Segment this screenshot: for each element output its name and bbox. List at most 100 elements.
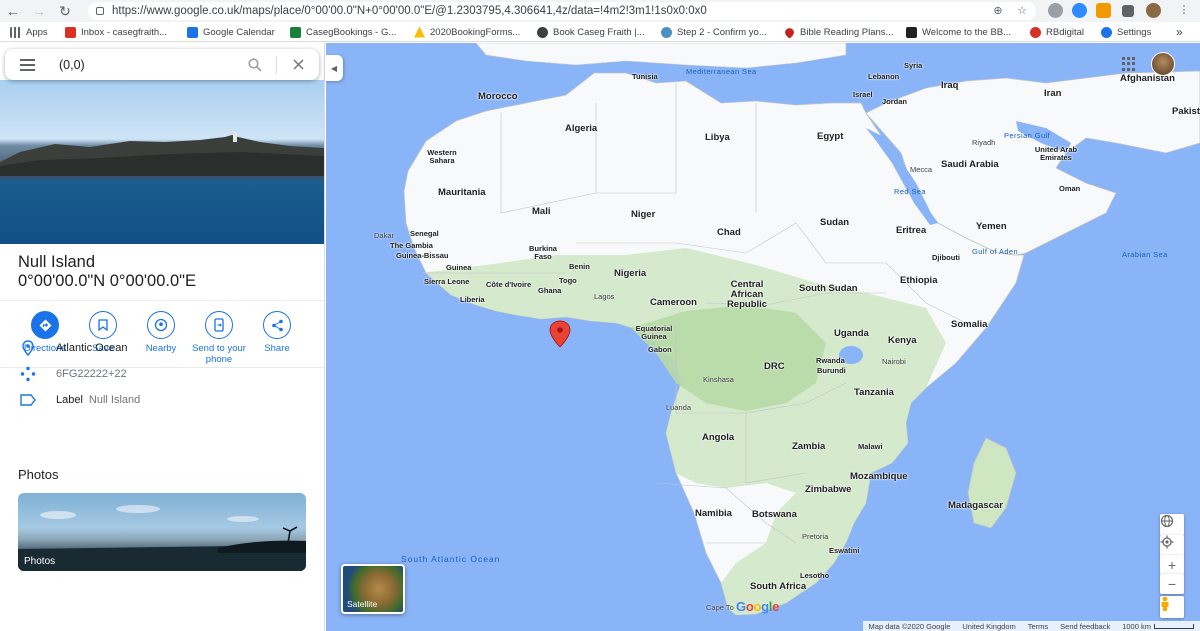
country-label: Morocco (478, 91, 518, 102)
zoom-icon[interactable] (1072, 3, 1087, 18)
bookmark-apps[interactable]: Apps (10, 22, 48, 42)
gear-icon (1101, 26, 1112, 38)
info-plus-code-row[interactable]: 6FG22222+22 (18, 366, 127, 382)
country-label: Zambia (792, 441, 826, 452)
bookmark-bible-reading[interactable]: Bible Reading Plans... (783, 22, 893, 42)
country-label: Central African Republic (726, 279, 768, 310)
feedly-icon[interactable] (1096, 3, 1111, 18)
bookmark-label: 2020BookingForms... (430, 26, 521, 38)
region-link[interactable]: United Kingdom (962, 622, 1015, 631)
back-button[interactable]: ← (0, 0, 26, 22)
country-label: Chad (717, 227, 741, 238)
add-icon[interactable]: ⊕ (992, 5, 1004, 17)
calendar-icon (187, 26, 198, 38)
browser-toolbar: ← → ↻ https://www.google.co.uk/maps/plac… (0, 0, 1200, 22)
country-label: Western Sahara (427, 148, 457, 165)
country-label: Guinea (446, 263, 472, 272)
country-label: Ghana (538, 286, 562, 295)
country-label: Cameroon (650, 297, 697, 308)
terms-link[interactable]: Terms (1028, 622, 1048, 631)
country-label: Algeria (565, 123, 598, 134)
directions-button[interactable]: Directions (16, 311, 74, 365)
menu-icon[interactable]: ⋮ (1178, 4, 1190, 16)
rb-icon (1030, 26, 1041, 38)
scale-bar[interactable]: 1000 km (1122, 622, 1194, 631)
cliff-silhouette (0, 132, 324, 176)
cloud-icon[interactable] (1048, 3, 1063, 18)
action-label: Share (264, 343, 290, 354)
city-label: Riyadh (972, 138, 996, 147)
bookmarks-overflow-button[interactable]: » (1176, 22, 1183, 42)
address-bar[interactable]: https://www.google.co.uk/maps/place/0°00… (88, 2, 1036, 20)
satellite-toggle[interactable]: Satellite (341, 564, 405, 614)
country-label: Israel (853, 90, 873, 99)
close-icon[interactable] (287, 54, 309, 76)
scale-label: 1000 km (1122, 621, 1151, 631)
label-tag-icon (18, 392, 38, 408)
bookmark-step2[interactable]: Step 2 - Confirm yo... (661, 22, 767, 42)
bookmark-settings[interactable]: Settings (1101, 22, 1151, 42)
place-hero-photo[interactable] (0, 80, 324, 244)
search-input[interactable] (59, 57, 244, 72)
my-location-button[interactable] (1160, 535, 1184, 557)
info-location-row[interactable]: Atlantic Ocean (18, 340, 128, 356)
street-view-pegman-button[interactable] (1160, 596, 1184, 618)
bookmark-casegbookings[interactable]: CasegBookings - G... (290, 22, 396, 42)
url-text[interactable]: https://www.google.co.uk/maps/place/0°00… (112, 5, 707, 17)
extensions-icon[interactable] (1122, 5, 1134, 17)
apps-grid-icon (10, 26, 21, 38)
country-label: United Arab Emirates (1034, 145, 1078, 162)
save-button[interactable]: Save (74, 311, 132, 365)
country-label: Guinea-Bissau (396, 251, 449, 260)
collapse-panel-button[interactable]: ◀ (325, 55, 343, 81)
bookmark-rbdigital[interactable]: RBdigital (1030, 22, 1084, 42)
profile-avatar[interactable] (1146, 3, 1161, 18)
info-label-row[interactable]: Label Null Island (18, 392, 140, 408)
map-canvas[interactable]: Mediterranean Sea Red Sea Persian Gulf G… (326, 43, 1200, 631)
zoom-out-button[interactable]: − (1160, 574, 1184, 594)
send-to-phone-button[interactable]: Send to your phone (190, 311, 248, 365)
bookmark-label: Apps (26, 26, 48, 38)
satellite-label: Satellite (347, 599, 378, 609)
place-panel: Null Island 0°00'00.0"N 0°00'00.0"E Dire… (0, 43, 325, 631)
country-label: Egypt (817, 131, 844, 142)
bookmark-bookingforms[interactable]: 2020BookingForms... (414, 22, 520, 42)
country-label: South Africa (750, 581, 807, 592)
star-icon[interactable]: ☆ (1016, 5, 1028, 17)
forward-button[interactable]: → (26, 0, 52, 22)
country-label: Tunisia (632, 72, 658, 81)
country-label: Burkina Faso (529, 244, 557, 261)
google-apps-icon[interactable] (1122, 57, 1136, 71)
bookmark-label: Book Caseg Fraith |... (553, 26, 645, 38)
info-plus-code-text: 6FG22222+22 (56, 368, 127, 380)
nearby-button[interactable]: Nearby (132, 311, 190, 365)
globe-view-button[interactable] (1160, 514, 1184, 536)
send-feedback-link[interactable]: Send feedback (1060, 622, 1110, 631)
country-label: Angola (702, 432, 735, 443)
zoom-in-button[interactable]: + (1160, 555, 1184, 575)
bookmark-label: RBdigital (1046, 26, 1085, 38)
country-label: Equatorial Guinea (635, 324, 673, 341)
country-label: Nigeria (614, 268, 647, 279)
city-label: Cape To (706, 603, 734, 612)
country-label: Syria (904, 61, 923, 70)
divider (0, 300, 324, 301)
search-divider (276, 55, 277, 74)
europe-landmass (475, 43, 847, 69)
country-label: Oman (1059, 184, 1081, 193)
country-label: Rwanda (816, 356, 845, 365)
search-icon[interactable] (244, 54, 266, 76)
menu-button[interactable] (5, 49, 49, 80)
bookmark-inbox[interactable]: Inbox - casegfraith... (65, 22, 167, 42)
bookmark-bbc[interactable]: Welcome to the BB... (906, 22, 1011, 42)
photos-card[interactable]: Photos (18, 493, 306, 571)
water-label: Arabian Sea (1122, 250, 1168, 259)
nearby-icon (147, 311, 175, 339)
account-avatar[interactable] (1151, 52, 1175, 76)
location-pin-icon (18, 340, 38, 356)
reload-button[interactable]: ↻ (52, 0, 78, 22)
share-button[interactable]: Share (248, 311, 306, 365)
bookmark-calendar[interactable]: Google Calendar (187, 22, 275, 42)
directions-icon (31, 311, 59, 339)
bookmark-caseg-fraith[interactable]: Book Caseg Fraith |... (537, 22, 645, 42)
